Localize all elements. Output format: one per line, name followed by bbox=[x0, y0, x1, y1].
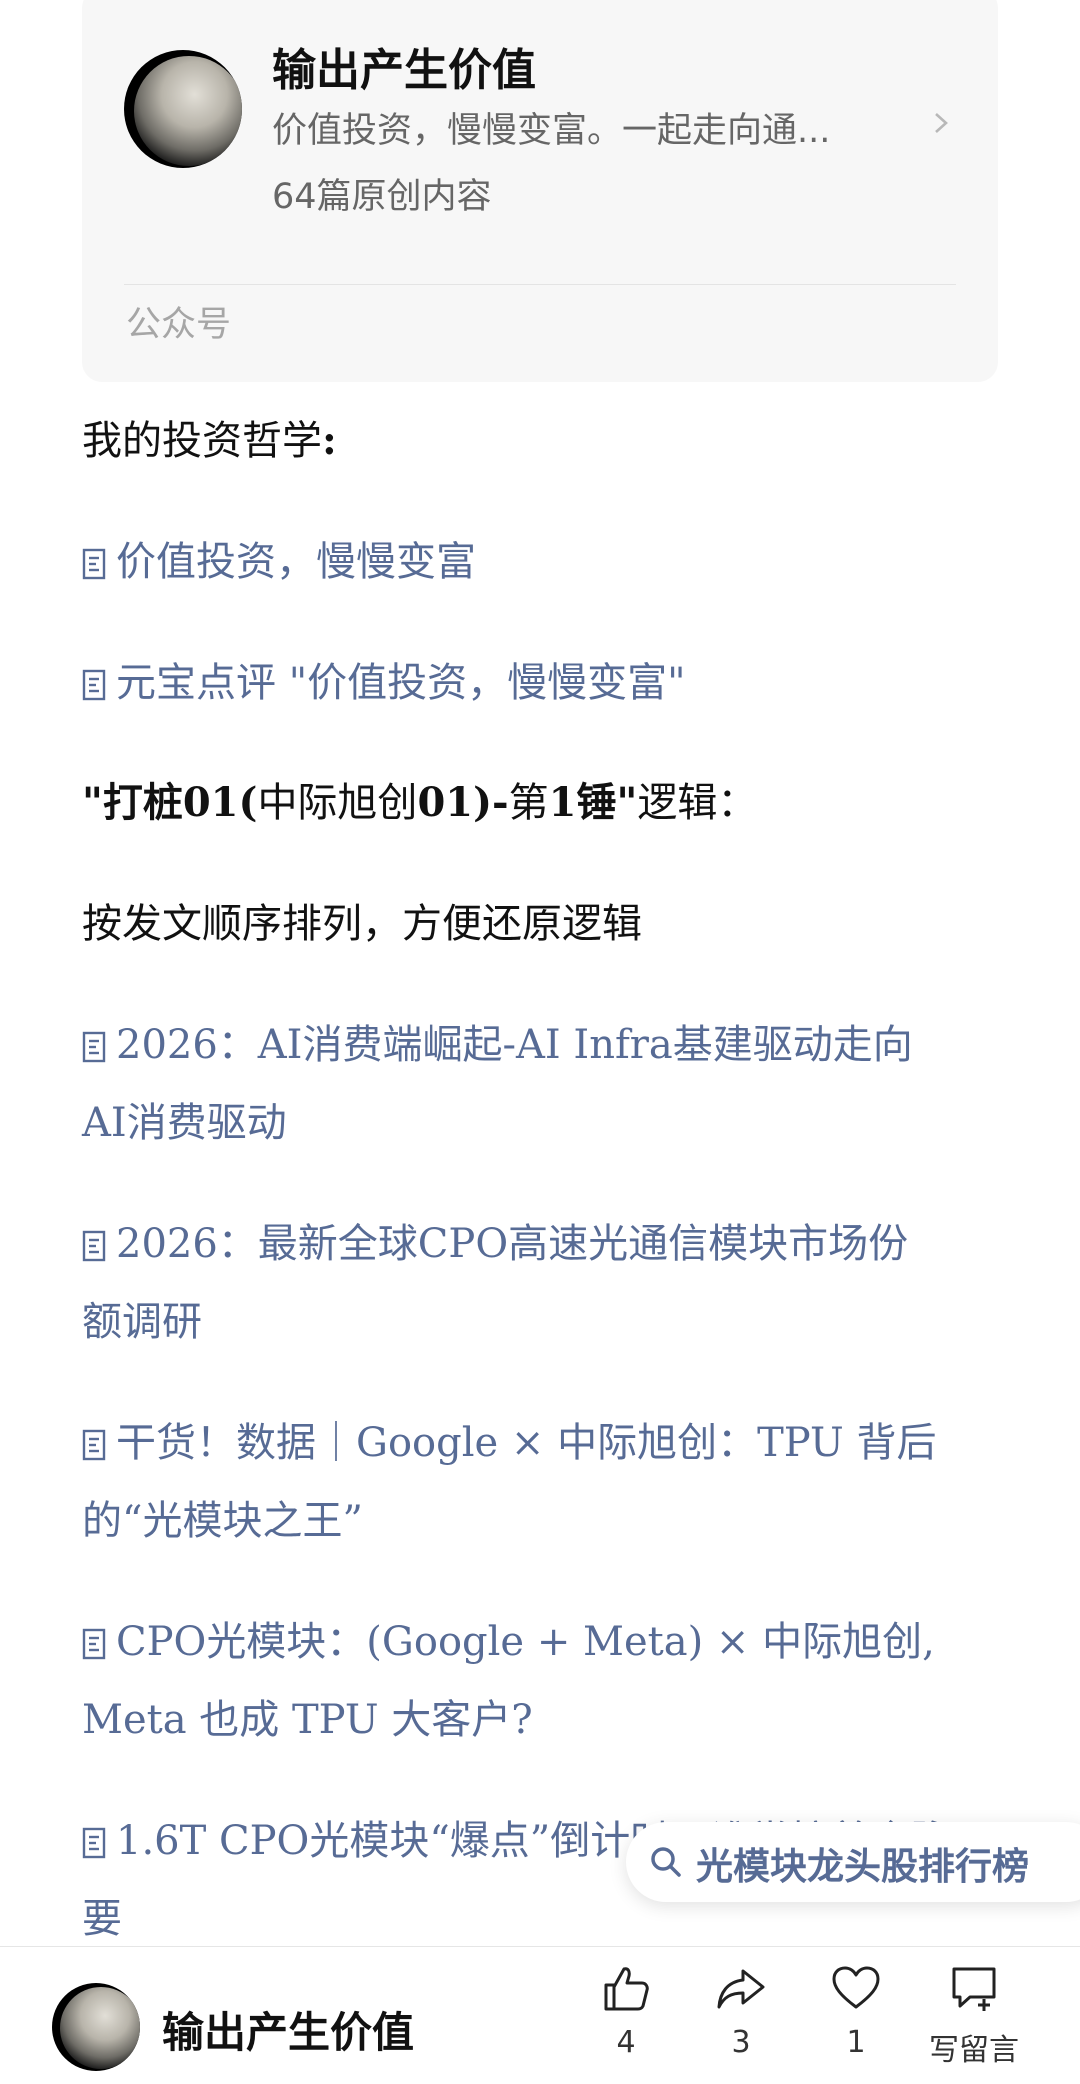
document-icon bbox=[82, 548, 106, 580]
philosophy-heading: 我的投资哲学: bbox=[82, 417, 337, 464]
document-icon bbox=[82, 1230, 106, 1262]
article-link[interactable]: CPO光模块：(Google + Meta) × 中际旭创, Meta 也成 TP… bbox=[82, 1603, 935, 1759]
favorite-button[interactable]: 1 bbox=[801, 1963, 911, 2060]
article-link[interactable]: 元宝点评 "价值投资，慢慢变富" bbox=[82, 644, 686, 722]
document-icon bbox=[82, 1628, 106, 1660]
article-link[interactable]: 2026：AI消费端崛起-AI Infra基建驱动走向 AI消费驱动 bbox=[82, 1006, 913, 1162]
like-count: 4 bbox=[616, 2025, 636, 2060]
bottom-account-name[interactable]: 输出产生价值 bbox=[162, 1999, 414, 2060]
series-subtitle: 按发文顺序排列，方便还原逻辑 bbox=[82, 901, 642, 947]
search-suggestion-label: 光模块龙头股排行榜 bbox=[696, 1845, 1029, 1888]
account-description: 价值投资，慢慢变富。一起走向通... bbox=[272, 111, 831, 151]
share-button[interactable]: 3 bbox=[686, 1963, 796, 2060]
share-count: 3 bbox=[731, 2025, 751, 2060]
account-avatar bbox=[124, 50, 242, 168]
bottom-account-avatar[interactable] bbox=[52, 1983, 140, 2071]
chevron-right-icon bbox=[935, 113, 948, 133]
like-button[interactable]: 4 bbox=[571, 1963, 681, 2060]
document-icon bbox=[82, 669, 106, 701]
document-icon bbox=[82, 1429, 106, 1461]
thumbs-up-icon bbox=[604, 1967, 649, 2011]
account-article-count: 64篇原创内容 bbox=[272, 177, 492, 217]
search-icon bbox=[651, 1847, 681, 1877]
account-card[interactable]: 输出产生价值 价值投资，慢慢变富。一起走向通... 64篇原创内容 公众号 bbox=[82, 0, 998, 382]
document-icon bbox=[82, 1827, 106, 1859]
document-icon bbox=[82, 1031, 106, 1063]
heart-icon bbox=[832, 1966, 880, 2009]
comment-add-icon bbox=[952, 1967, 996, 2011]
article-link[interactable]: 2026：最新全球CPO高速光通信模块市场份 额调研 bbox=[82, 1205, 908, 1361]
share-arrow-icon bbox=[717, 1969, 765, 2009]
article-link[interactable]: 干货！数据｜Google × 中际旭创：TPU 背后 的“光模块之王” bbox=[82, 1404, 936, 1560]
floating-search-suggestion[interactable]: 光模块龙头股排行榜 bbox=[626, 1822, 1080, 1902]
write-comment-label: 写留言 bbox=[929, 2033, 1019, 2068]
article-link[interactable]: 价值投资，慢慢变富 bbox=[82, 523, 476, 601]
card-divider bbox=[124, 284, 956, 285]
write-comment-button[interactable]: 写留言 bbox=[919, 1963, 1029, 2069]
favorite-count: 1 bbox=[846, 2025, 866, 2060]
bottom-action-bar: 输出产生价值 4 3 1 写留言 bbox=[0, 1946, 1080, 2084]
account-name: 输出产生价值 bbox=[272, 45, 536, 96]
account-type-label: 公众号 bbox=[126, 305, 232, 345]
series-heading: "打桩中际旭创01(中际旭创01)-第1锤"逻辑： bbox=[82, 779, 758, 826]
